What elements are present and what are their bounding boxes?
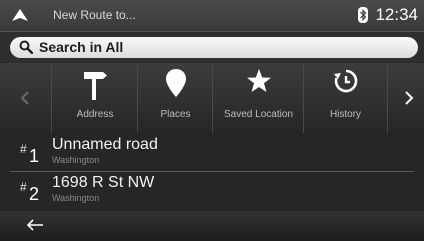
result-number: 1 — [29, 146, 40, 166]
search-label: Search in All — [39, 39, 124, 55]
search-input[interactable]: Search in All — [10, 37, 418, 58]
result-subtitle: Washington — [52, 193, 100, 203]
clock: 12:34 — [375, 5, 418, 24]
search-area: Search in All — [0, 32, 424, 62]
result-hash: # — [20, 180, 27, 194]
scroll-right-icon[interactable] — [404, 90, 414, 106]
result-name: 1698 R St NW — [52, 174, 155, 191]
category-places[interactable]: Places — [137, 63, 213, 133]
signpost-icon — [84, 72, 107, 100]
result-number: 2 — [29, 184, 40, 204]
result-hash: # — [20, 142, 27, 156]
result-name: Unnamed road — [52, 136, 158, 153]
bluetooth-icon — [358, 7, 369, 23]
category-address[interactable]: Address — [51, 63, 138, 133]
history-clock-icon — [333, 69, 357, 93]
location-pin-icon — [165, 69, 186, 97]
search-icon — [19, 40, 33, 54]
category-history[interactable]: History — [303, 63, 388, 133]
navigation-arrow-icon[interactable] — [11, 8, 29, 22]
star-icon — [246, 69, 271, 92]
status-area: 12:34 — [357, 5, 418, 25]
category-label: Address — [76, 109, 114, 120]
list-item[interactable]: # 2 1698 R St NW Washington — [0, 172, 424, 208]
scroll-left-icon[interactable] — [20, 90, 30, 106]
route-title: New Route to... — [53, 8, 136, 22]
category-row: Address Places Saved Location History — [0, 63, 424, 133]
category-label: Places — [160, 109, 191, 120]
category-label: History — [329, 109, 362, 120]
back-arrow-icon[interactable] — [26, 219, 44, 231]
category-label: Saved Location — [224, 109, 293, 120]
list-item[interactable]: # 1 Unnamed road Washington — [0, 134, 424, 170]
results-list: # 1 Unnamed road Washington # 2 1698 R S… — [0, 133, 424, 211]
result-subtitle: Washington — [52, 155, 100, 165]
bottom-bar — [0, 211, 424, 241]
top-bar: New Route to... 12:34 — [0, 0, 424, 32]
category-saved-location[interactable]: Saved Location — [212, 63, 304, 133]
